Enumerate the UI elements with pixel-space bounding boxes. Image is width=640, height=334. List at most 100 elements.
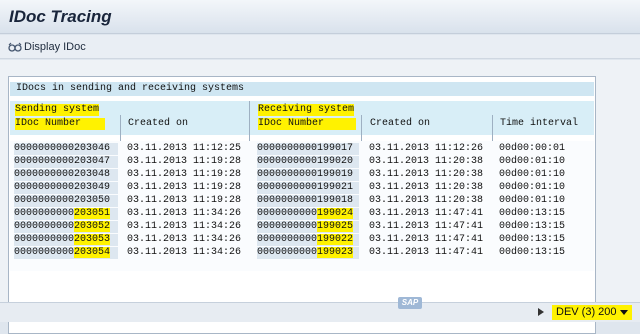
table-row[interactable]: 0000000000203052 03.11.2013 11:34:26 00000…	[9, 221, 595, 234]
recv-created-on: 03.11.2013 11:20:38	[369, 156, 484, 167]
id-prefix: 0000000000	[14, 221, 75, 232]
id-prefix: 0000000000199018	[257, 195, 354, 206]
id-highlight: 203052	[74, 221, 111, 232]
send-idoc-number[interactable]: 0000000000203046	[14, 143, 118, 155]
id-highlight: 199023	[317, 247, 354, 258]
table-row[interactable]: 0000000000203054 03.11.2013 11:34:26 00000…	[9, 247, 595, 260]
col-send-idoc-number[interactable]: IDoc Number	[15, 118, 105, 130]
recv-created-on: 03.11.2013 11:20:38	[369, 195, 484, 206]
recv-created-on: 03.11.2013 11:20:38	[369, 182, 484, 193]
table-row[interactable]: 0000000000203047 03.11.2013 11:19:28 00000…	[9, 156, 595, 169]
system-info-text: DEV (3) 200	[556, 306, 617, 318]
id-highlight: 203051	[74, 208, 111, 219]
id-highlight: 203053	[74, 234, 111, 245]
send-created-on: 03.11.2013 11:19:28	[127, 182, 242, 193]
recv-idoc-number[interactable]: 0000000000199022	[257, 234, 359, 246]
list-area: IDocs in sending and receiving systems S…	[0, 60, 640, 334]
play-icon[interactable]	[538, 308, 544, 316]
id-prefix: 0000000000203046	[14, 143, 111, 154]
recv-idoc-number[interactable]: 0000000000199021	[257, 182, 359, 194]
recv-idoc-number[interactable]: 0000000000199025	[257, 221, 359, 233]
recv-idoc-number[interactable]: 0000000000199020	[257, 156, 359, 168]
chevron-down-icon	[619, 309, 628, 315]
time-interval: 00d00:13:15	[499, 247, 566, 258]
send-idoc-number[interactable]: 0000000000203053	[14, 234, 118, 246]
send-idoc-number[interactable]: 0000000000203050	[14, 195, 118, 207]
sending-system-label: Sending system	[15, 104, 100, 116]
send-created-on: 03.11.2013 11:12:25	[127, 143, 242, 154]
time-interval: 00d00:13:15	[499, 221, 566, 232]
recv-idoc-number[interactable]: 0000000000199019	[257, 169, 359, 181]
application-toolbar: Display IDoc	[0, 35, 640, 59]
time-interval: 00d00:01:10	[499, 156, 566, 167]
col-time-interval[interactable]: Time interval	[500, 118, 578, 130]
system-info-dropdown[interactable]: DEV (3) 200	[552, 305, 632, 320]
window-title: IDoc Tracing	[9, 7, 112, 26]
id-prefix: 0000000000203048	[14, 169, 111, 180]
recv-created-on: 03.11.2013 11:12:26	[369, 143, 484, 154]
send-idoc-number[interactable]: 0000000000203049	[14, 182, 118, 194]
send-created-on: 03.11.2013 11:34:26	[127, 221, 242, 232]
display-idoc-button[interactable]: Display IDoc	[8, 39, 86, 55]
col-send-created-on[interactable]: Created on	[128, 118, 188, 130]
id-prefix: 0000000000203047	[14, 156, 111, 167]
id-highlight: 199024	[317, 208, 354, 219]
id-prefix: 0000000000	[257, 247, 318, 258]
id-prefix: 0000000000	[257, 234, 318, 245]
col-recv-created-on[interactable]: Created on	[370, 118, 430, 130]
send-idoc-number[interactable]: 0000000000203047	[14, 156, 118, 168]
send-idoc-number[interactable]: 0000000000203052	[14, 221, 118, 233]
time-interval: 00d00:13:15	[499, 208, 566, 219]
status-bar: SAP DEV (3) 200	[0, 297, 640, 322]
send-created-on: 03.11.2013 11:19:28	[127, 195, 242, 206]
table-row[interactable]: 0000000000203046 03.11.2013 11:12:25 00000…	[9, 143, 595, 156]
glasses-icon	[8, 41, 22, 53]
id-prefix: 0000000000	[257, 221, 318, 232]
send-created-on: 03.11.2013 11:34:26	[127, 247, 242, 258]
time-interval: 00d00:00:01	[499, 143, 566, 154]
sap-logo: SAP	[398, 297, 422, 309]
recv-created-on: 03.11.2013 11:20:38	[369, 169, 484, 180]
time-interval: 00d00:01:10	[499, 169, 566, 180]
table-row[interactable]: 0000000000203053 03.11.2013 11:34:26 00000…	[9, 234, 595, 247]
id-prefix: 0000000000199020	[257, 156, 354, 167]
id-highlight: 199022	[317, 234, 354, 245]
table-row[interactable]: 0000000000203051 03.11.2013 11:34:26 00000…	[9, 208, 595, 221]
time-interval: 00d00:13:15	[499, 234, 566, 245]
idoc-list-panel: IDocs in sending and receiving systems S…	[8, 76, 596, 334]
recv-idoc-number[interactable]: 0000000000199024	[257, 208, 359, 220]
id-highlight: 203054	[74, 247, 111, 258]
send-created-on: 03.11.2013 11:34:26	[127, 234, 242, 245]
recv-idoc-number[interactable]: 0000000000199018	[257, 195, 359, 207]
display-idoc-label: Display IDoc	[24, 41, 86, 53]
send-idoc-number[interactable]: 0000000000203054	[14, 247, 118, 259]
table-row[interactable]: 0000000000203049 03.11.2013 11:19:28 00000…	[9, 182, 595, 195]
recv-created-on: 03.11.2013 11:47:41	[369, 208, 484, 219]
send-idoc-number[interactable]: 0000000000203051	[14, 208, 118, 220]
id-prefix: 0000000000199017	[257, 143, 354, 154]
id-highlight: 199025	[317, 221, 354, 232]
time-interval: 00d00:01:10	[499, 182, 566, 193]
recv-created-on: 03.11.2013 11:47:41	[369, 234, 484, 245]
recv-created-on: 03.11.2013 11:47:41	[369, 221, 484, 232]
id-prefix: 0000000000203050	[14, 195, 111, 206]
send-created-on: 03.11.2013 11:19:28	[127, 156, 242, 167]
id-prefix: 0000000000203049	[14, 182, 111, 193]
list-header: IDocs in sending and receiving systems	[10, 82, 594, 96]
id-prefix: 0000000000199021	[257, 182, 354, 193]
col-recv-idoc-number[interactable]: IDoc Number	[258, 118, 356, 130]
receiving-system-label: Receiving system	[258, 104, 355, 116]
send-idoc-number[interactable]: 0000000000203048	[14, 169, 118, 181]
table-row[interactable]: 0000000000203048 03.11.2013 11:19:28 00000…	[9, 169, 595, 182]
time-interval: 00d00:01:10	[499, 195, 566, 206]
id-prefix: 0000000000	[14, 247, 75, 258]
table-row[interactable]: 0000000000203050 03.11.2013 11:19:28 00000…	[9, 195, 595, 208]
title-bar: IDoc Tracing	[0, 0, 640, 34]
recv-idoc-number[interactable]: 0000000000199023	[257, 247, 359, 259]
id-prefix: 0000000000199019	[257, 169, 354, 180]
id-prefix: 0000000000	[14, 234, 75, 245]
id-prefix: 0000000000	[14, 208, 75, 219]
column-header-band: Sending system IDoc Number Created on Re…	[10, 101, 594, 135]
recv-created-on: 03.11.2013 11:47:41	[369, 247, 484, 258]
recv-idoc-number[interactable]: 0000000000199017	[257, 143, 359, 155]
